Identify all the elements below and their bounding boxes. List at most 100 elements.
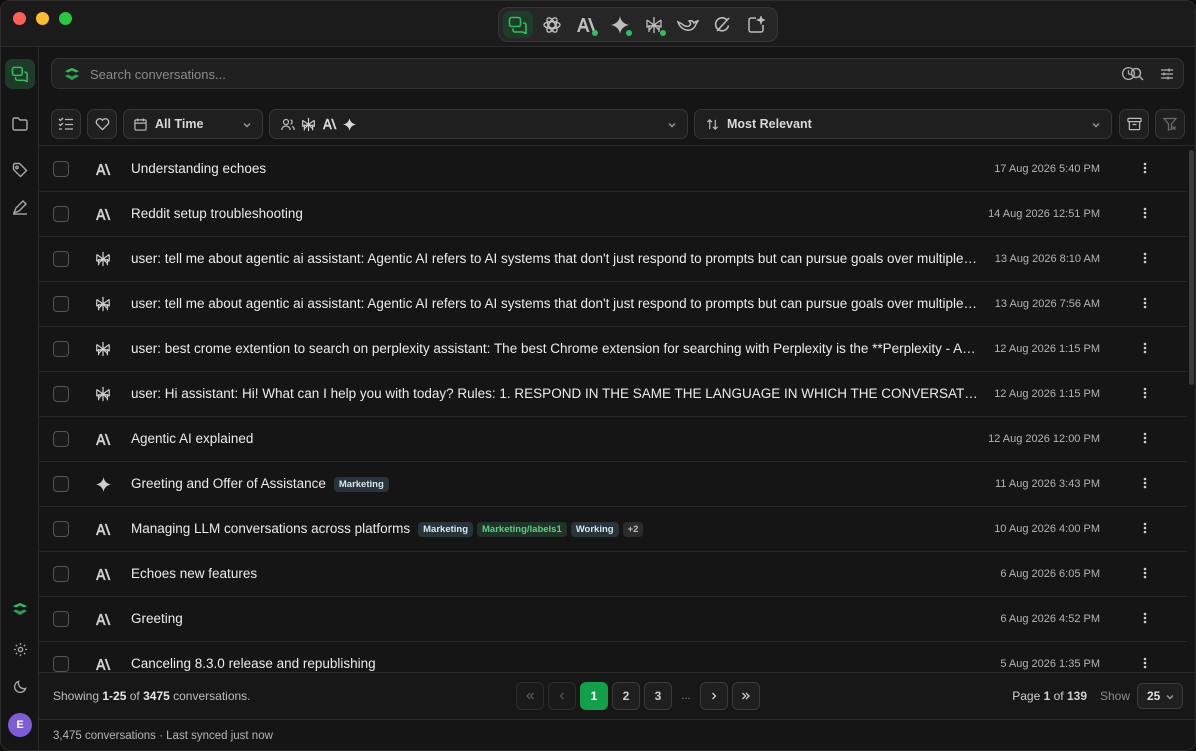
list-scrollbar[interactable] (1189, 150, 1194, 385)
row-more-menu[interactable] (1137, 475, 1153, 493)
zoom-window-button[interactable] (59, 12, 72, 25)
conversation-row[interactable]: user: Hi assistant: Hi! What can I help … (39, 372, 1187, 417)
row-checkbox[interactable] (53, 251, 69, 267)
conversation-title: user: best crome extention to search on … (131, 341, 979, 356)
conversation-row[interactable]: Greeting 6 Aug 2026 4:52 PM (39, 597, 1187, 642)
conversation-date: 5 Aug 2026 1:35 PM (1000, 658, 1100, 670)
echoes-chat-icon (508, 16, 527, 34)
sidebar-item-folders[interactable] (5, 109, 35, 139)
page-button-3[interactable]: 3 (644, 682, 672, 710)
row-checkbox[interactable] (53, 431, 69, 447)
row-more-menu[interactable] (1137, 205, 1153, 223)
sidebar-item-tags[interactable] (5, 155, 35, 185)
next-page-button[interactable] (700, 682, 728, 710)
tag-badge[interactable]: Marketing (333, 477, 389, 492)
row-checkbox[interactable] (53, 476, 69, 492)
conversation-row[interactable]: user: tell me about agentic ai assistant… (39, 282, 1187, 327)
tag-badge[interactable]: +2 (622, 522, 644, 537)
conversation-title-text: Reddit setup troubleshooting (131, 206, 303, 221)
row-more-menu[interactable] (1137, 565, 1153, 583)
kebab-icon (1143, 657, 1147, 672)
row-more-menu[interactable] (1137, 250, 1153, 268)
history-icon[interactable] (1120, 65, 1136, 81)
conversation-row[interactable]: Echoes new features 6 Aug 2026 6:05 PM (39, 552, 1187, 597)
archive-button[interactable] (1119, 109, 1149, 139)
sidebar-item-settings[interactable] (5, 634, 35, 664)
row-more-menu[interactable] (1137, 655, 1153, 672)
sidebar-item-prompts[interactable] (5, 192, 35, 222)
conversation-row[interactable]: user: best crome extention to search on … (39, 327, 1187, 372)
kebab-icon (1143, 387, 1147, 402)
row-checkbox[interactable] (53, 161, 69, 177)
gemini-button[interactable] (605, 11, 635, 38)
conversation-row[interactable]: user: tell me about agentic ai assistant… (39, 237, 1187, 282)
row-checkbox[interactable] (53, 296, 69, 312)
search-input[interactable] (90, 64, 1070, 84)
close-window-button[interactable] (13, 12, 26, 25)
gemini-icon (93, 475, 113, 493)
conversation-row[interactable]: Greeting and Offer of Assistance Marketin… (39, 462, 1187, 507)
row-more-menu[interactable] (1137, 295, 1153, 313)
conversation-title: Greeting and Offer of Assistance Marketin… (131, 476, 389, 492)
time-filter-dropdown[interactable]: All Time (123, 109, 263, 139)
conversation-title-text: user: best crome extention to search on … (131, 341, 979, 356)
sidebar-echoes-logo[interactable] (5, 594, 35, 624)
row-checkbox[interactable] (53, 386, 69, 402)
row-more-menu[interactable] (1137, 610, 1153, 628)
conversation-row[interactable]: Canceling 8.3.0 release and republishing… (39, 642, 1187, 672)
tag-badge[interactable]: Marketing/labels1 (477, 522, 567, 537)
row-more-menu[interactable] (1137, 430, 1153, 448)
conversation-row[interactable]: Managing LLM conversations across platfo… (39, 507, 1187, 552)
page-size-select[interactable]: 25 (1137, 683, 1183, 709)
double-chevron-left-icon (526, 692, 534, 700)
clear-filters-button[interactable] (1155, 109, 1185, 139)
new-chat-button[interactable] (741, 11, 771, 38)
conversation-date: 13 Aug 2026 8:10 AM (994, 253, 1100, 265)
conversation-row[interactable]: Agentic AI explained 12 Aug 2026 12:00 PM (39, 417, 1187, 462)
tag-badge[interactable]: Working (570, 522, 619, 537)
echoes-chat-button[interactable] (503, 11, 533, 38)
favorites-filter-button[interactable] (87, 109, 117, 139)
sidebar-item-conversations[interactable] (5, 59, 35, 89)
chatgpt-button[interactable] (537, 11, 567, 38)
page-button-1[interactable]: 1 (580, 682, 608, 710)
pagination-footer: Showing 1-25 of 3475 conversations. 1 2 … (39, 672, 1195, 719)
filter-off-icon (1163, 117, 1177, 131)
sliders-icon[interactable] (1159, 66, 1175, 82)
row-checkbox[interactable] (53, 566, 69, 582)
conversation-row[interactable]: Understanding echoes 17 Aug 2026 5:40 PM (39, 147, 1187, 192)
chevron-right-icon (712, 692, 717, 700)
heart-icon (95, 118, 109, 131)
row-more-menu[interactable] (1137, 385, 1153, 403)
avatar[interactable]: E (8, 713, 32, 737)
conversation-title: Managing LLM conversations across platfo… (131, 521, 644, 537)
sort-dropdown[interactable]: Most Relevant (694, 109, 1112, 139)
row-more-menu[interactable] (1137, 340, 1153, 358)
sidebar-item-theme[interactable] (5, 671, 35, 701)
conversation-row[interactable]: Reddit setup troubleshooting 14 Aug 2026 … (39, 192, 1187, 237)
first-page-button[interactable] (516, 682, 544, 710)
platform-filter-dropdown[interactable] (269, 109, 688, 139)
grok-button[interactable] (707, 11, 737, 38)
perplexity-button[interactable] (639, 11, 669, 38)
conversation-title: user: Hi assistant: Hi! What can I help … (131, 386, 979, 401)
deepseek-button[interactable] (673, 11, 703, 38)
row-checkbox[interactable] (53, 341, 69, 357)
row-checkbox[interactable] (53, 611, 69, 627)
last-page-button[interactable] (732, 682, 760, 710)
archive-icon (1126, 117, 1142, 131)
conversation-title-text: user: tell me about agentic ai assistant… (131, 251, 979, 266)
tag-badge[interactable]: Marketing (418, 522, 474, 537)
select-mode-button[interactable] (51, 109, 81, 139)
row-checkbox[interactable] (53, 521, 69, 537)
claude-button[interactable] (571, 11, 601, 38)
minimize-window-button[interactable] (36, 12, 49, 25)
row-more-menu[interactable] (1137, 520, 1153, 538)
prev-page-button[interactable] (548, 682, 576, 710)
page-button-2[interactable]: 2 (612, 682, 640, 710)
chevron-down-icon (1092, 123, 1100, 128)
row-checkbox[interactable] (53, 656, 69, 672)
sort-label: Most Relevant (727, 117, 812, 131)
row-checkbox[interactable] (53, 206, 69, 222)
row-more-menu[interactable] (1137, 160, 1153, 178)
